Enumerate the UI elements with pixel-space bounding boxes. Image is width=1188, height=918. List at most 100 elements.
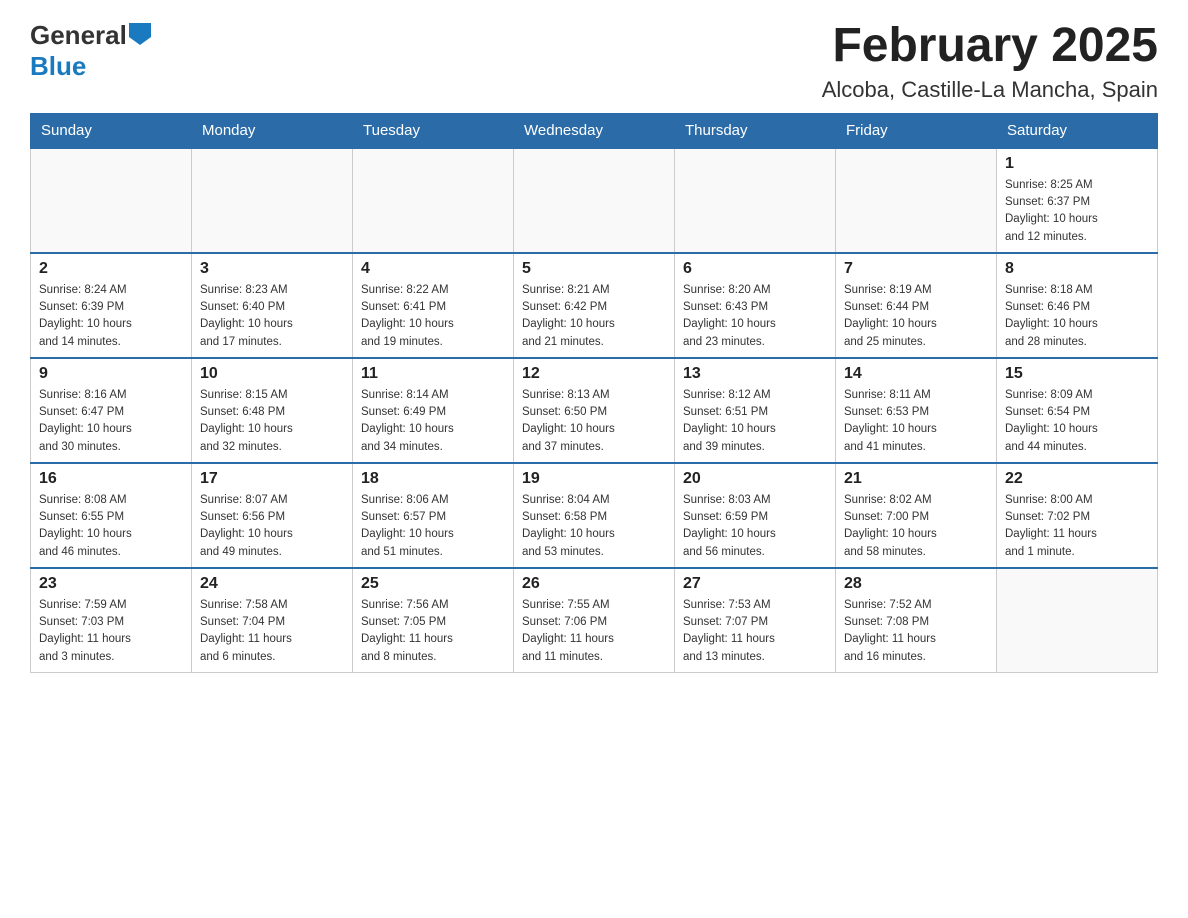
logo: General Blue bbox=[30, 20, 151, 82]
day-number: 18 bbox=[361, 470, 505, 488]
day-info: Sunrise: 8:15 AMSunset: 6:48 PMDaylight:… bbox=[200, 387, 344, 456]
calendar-table: SundayMondayTuesdayWednesdayThursdayFrid… bbox=[30, 113, 1158, 673]
day-number: 6 bbox=[683, 260, 827, 278]
calendar-cell bbox=[353, 148, 514, 253]
day-number: 8 bbox=[1005, 260, 1149, 278]
calendar-cell: 17 Sunrise: 8:07 AMSunset: 6:56 PMDayligh… bbox=[192, 463, 353, 568]
calendar-cell bbox=[836, 148, 997, 253]
day-number: 27 bbox=[683, 575, 827, 593]
calendar-cell: 23 Sunrise: 7:59 AMSunset: 7:03 PMDayligh… bbox=[31, 568, 192, 673]
title-section: February 2025 Alcoba, Castille-La Mancha… bbox=[822, 20, 1158, 103]
day-number: 21 bbox=[844, 470, 988, 488]
weekday-header-monday: Monday bbox=[192, 113, 353, 148]
day-number: 11 bbox=[361, 365, 505, 383]
day-info: Sunrise: 8:09 AMSunset: 6:54 PMDaylight:… bbox=[1005, 387, 1149, 456]
calendar-header: SundayMondayTuesdayWednesdayThursdayFrid… bbox=[31, 113, 1158, 148]
calendar-cell: 3 Sunrise: 8:23 AMSunset: 6:40 PMDaylight… bbox=[192, 253, 353, 358]
calendar-cell: 4Sunrise: 8:22 AMSunset: 6:41 PMDaylight… bbox=[353, 253, 514, 358]
weekday-header-wednesday: Wednesday bbox=[514, 113, 675, 148]
calendar-cell: 26 Sunrise: 7:55 AMSunset: 7:06 PMDayligh… bbox=[514, 568, 675, 673]
day-info: Sunrise: 7:56 AMSunset: 7:05 PMDaylight:… bbox=[361, 597, 505, 666]
calendar-cell: 19 Sunrise: 8:04 AMSunset: 6:58 PMDayligh… bbox=[514, 463, 675, 568]
weekday-header-friday: Friday bbox=[836, 113, 997, 148]
week-row-2: 2Sunrise: 8:24 AMSunset: 6:39 PMDaylight… bbox=[31, 253, 1158, 358]
day-number: 12 bbox=[522, 365, 666, 383]
day-info: Sunrise: 8:03 AMSunset: 6:59 PMDaylight:… bbox=[683, 492, 827, 561]
calendar-cell: 28Sunrise: 7:52 AMSunset: 7:08 PMDayligh… bbox=[836, 568, 997, 673]
calendar-cell: 22 Sunrise: 8:00 AMSunset: 7:02 PMDayligh… bbox=[997, 463, 1158, 568]
day-number: 7 bbox=[844, 260, 988, 278]
calendar-cell: 2Sunrise: 8:24 AMSunset: 6:39 PMDaylight… bbox=[31, 253, 192, 358]
calendar-cell: 11 Sunrise: 8:14 AMSunset: 6:49 PMDayligh… bbox=[353, 358, 514, 463]
calendar-cell: 15 Sunrise: 8:09 AMSunset: 6:54 PMDayligh… bbox=[997, 358, 1158, 463]
day-info: Sunrise: 7:59 AMSunset: 7:03 PMDaylight:… bbox=[39, 597, 183, 666]
calendar-cell: 9 Sunrise: 8:16 AMSunset: 6:47 PMDaylight… bbox=[31, 358, 192, 463]
day-info: Sunrise: 7:58 AMSunset: 7:04 PMDaylight:… bbox=[200, 597, 344, 666]
weekday-header-sunday: Sunday bbox=[31, 113, 192, 148]
day-info: Sunrise: 8:16 AMSunset: 6:47 PMDaylight:… bbox=[39, 387, 183, 456]
day-info: Sunrise: 8:06 AMSunset: 6:57 PMDaylight:… bbox=[361, 492, 505, 561]
calendar-cell bbox=[31, 148, 192, 253]
day-number: 20 bbox=[683, 470, 827, 488]
day-number: 26 bbox=[522, 575, 666, 593]
calendar-cell: 18 Sunrise: 8:06 AMSunset: 6:57 PMDayligh… bbox=[353, 463, 514, 568]
day-number: 19 bbox=[522, 470, 666, 488]
day-info: Sunrise: 8:14 AMSunset: 6:49 PMDaylight:… bbox=[361, 387, 505, 456]
day-number: 1 bbox=[1005, 155, 1149, 173]
day-info: Sunrise: 7:52 AMSunset: 7:08 PMDaylight:… bbox=[844, 597, 988, 666]
day-number: 16 bbox=[39, 470, 183, 488]
day-number: 13 bbox=[683, 365, 827, 383]
day-number: 25 bbox=[361, 575, 505, 593]
calendar-cell bbox=[675, 148, 836, 253]
day-number: 22 bbox=[1005, 470, 1149, 488]
calendar-cell: 14Sunrise: 8:11 AMSunset: 6:53 PMDayligh… bbox=[836, 358, 997, 463]
calendar-cell bbox=[514, 148, 675, 253]
calendar-cell: 27 Sunrise: 7:53 AMSunset: 7:07 PMDayligh… bbox=[675, 568, 836, 673]
calendar-cell: 5Sunrise: 8:21 AMSunset: 6:42 PMDaylight… bbox=[514, 253, 675, 358]
month-title: February 2025 bbox=[822, 20, 1158, 73]
logo-general-text: General bbox=[30, 20, 127, 51]
day-number: 10 bbox=[200, 365, 344, 383]
day-number: 15 bbox=[1005, 365, 1149, 383]
day-info: Sunrise: 8:07 AMSunset: 6:56 PMDaylight:… bbox=[200, 492, 344, 561]
logo-icon bbox=[129, 23, 151, 45]
day-info: Sunrise: 8:00 AMSunset: 7:02 PMDaylight:… bbox=[1005, 492, 1149, 561]
day-info: Sunrise: 8:20 AMSunset: 6:43 PMDaylight:… bbox=[683, 282, 827, 351]
day-number: 3 bbox=[200, 260, 344, 278]
calendar-cell: 16 Sunrise: 8:08 AMSunset: 6:55 PMDayligh… bbox=[31, 463, 192, 568]
day-info: Sunrise: 8:25 AMSunset: 6:37 PMDaylight:… bbox=[1005, 177, 1149, 246]
calendar-cell: 13 Sunrise: 8:12 AMSunset: 6:51 PMDayligh… bbox=[675, 358, 836, 463]
calendar-cell bbox=[997, 568, 1158, 673]
week-row-5: 23 Sunrise: 7:59 AMSunset: 7:03 PMDayligh… bbox=[31, 568, 1158, 673]
day-number: 9 bbox=[39, 365, 183, 383]
logo-blue-text: Blue bbox=[30, 51, 86, 82]
day-number: 5 bbox=[522, 260, 666, 278]
day-info: Sunrise: 8:04 AMSunset: 6:58 PMDaylight:… bbox=[522, 492, 666, 561]
day-number: 23 bbox=[39, 575, 183, 593]
calendar-cell: 25 Sunrise: 7:56 AMSunset: 7:05 PMDayligh… bbox=[353, 568, 514, 673]
day-info: Sunrise: 8:19 AMSunset: 6:44 PMDaylight:… bbox=[844, 282, 988, 351]
day-number: 2 bbox=[39, 260, 183, 278]
week-row-4: 16 Sunrise: 8:08 AMSunset: 6:55 PMDayligh… bbox=[31, 463, 1158, 568]
day-number: 17 bbox=[200, 470, 344, 488]
day-number: 14 bbox=[844, 365, 988, 383]
day-info: Sunrise: 7:55 AMSunset: 7:06 PMDaylight:… bbox=[522, 597, 666, 666]
calendar-cell: 10 Sunrise: 8:15 AMSunset: 6:48 PMDayligh… bbox=[192, 358, 353, 463]
week-row-3: 9 Sunrise: 8:16 AMSunset: 6:47 PMDaylight… bbox=[31, 358, 1158, 463]
day-info: Sunrise: 8:12 AMSunset: 6:51 PMDaylight:… bbox=[683, 387, 827, 456]
day-info: Sunrise: 7:53 AMSunset: 7:07 PMDaylight:… bbox=[683, 597, 827, 666]
weekday-header-tuesday: Tuesday bbox=[353, 113, 514, 148]
day-number: 4 bbox=[361, 260, 505, 278]
calendar-cell: 1 Sunrise: 8:25 AMSunset: 6:37 PMDaylight… bbox=[997, 148, 1158, 253]
calendar-cell: 6 Sunrise: 8:20 AMSunset: 6:43 PMDaylight… bbox=[675, 253, 836, 358]
day-number: 24 bbox=[200, 575, 344, 593]
calendar-cell: 7 Sunrise: 8:19 AMSunset: 6:44 PMDaylight… bbox=[836, 253, 997, 358]
day-info: Sunrise: 8:23 AMSunset: 6:40 PMDaylight:… bbox=[200, 282, 344, 351]
calendar-cell: 21Sunrise: 8:02 AMSunset: 7:00 PMDayligh… bbox=[836, 463, 997, 568]
day-info: Sunrise: 8:08 AMSunset: 6:55 PMDaylight:… bbox=[39, 492, 183, 561]
calendar-cell bbox=[192, 148, 353, 253]
day-info: Sunrise: 8:13 AMSunset: 6:50 PMDaylight:… bbox=[522, 387, 666, 456]
page-header: General Blue February 2025 Alcoba, Casti… bbox=[30, 20, 1158, 103]
calendar-cell: 12 Sunrise: 8:13 AMSunset: 6:50 PMDayligh… bbox=[514, 358, 675, 463]
calendar-cell: 20 Sunrise: 8:03 AMSunset: 6:59 PMDayligh… bbox=[675, 463, 836, 568]
